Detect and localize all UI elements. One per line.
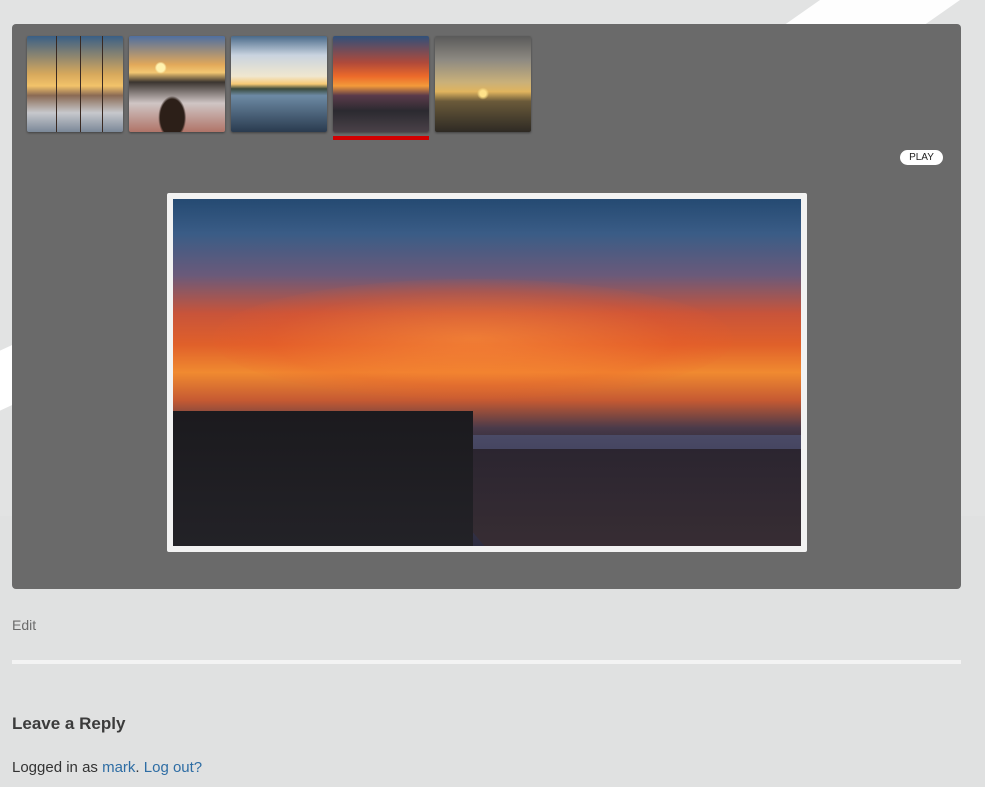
logout-link[interactable]: Log out? [144,759,202,776]
play-button[interactable]: PLAY [900,150,943,165]
slideshow-gallery: PLAY [12,24,961,589]
edit-link[interactable]: Edit [12,617,36,633]
username-link[interactable]: mark [102,759,135,776]
thumbnail-reflection-sunset[interactable] [231,36,327,132]
leave-reply-heading: Leave a Reply [12,714,126,733]
main-slide-image[interactable] [173,199,801,546]
thumbnail-silhouettes-sunset[interactable] [435,36,531,132]
thumbnail-pier-sunset[interactable] [27,36,123,132]
logged-in-status: Logged in as mark. Log out? [12,759,202,776]
divider [12,660,961,664]
thumbnail-dog-beach-sunset[interactable] [129,36,225,132]
thumbnail-seafront-sunset[interactable] [333,36,429,132]
main-image-frame [167,193,807,552]
logged-in-prefix: Logged in as [12,759,103,776]
selected-thumbnail-indicator [333,136,429,140]
separator-text: . [135,759,144,776]
